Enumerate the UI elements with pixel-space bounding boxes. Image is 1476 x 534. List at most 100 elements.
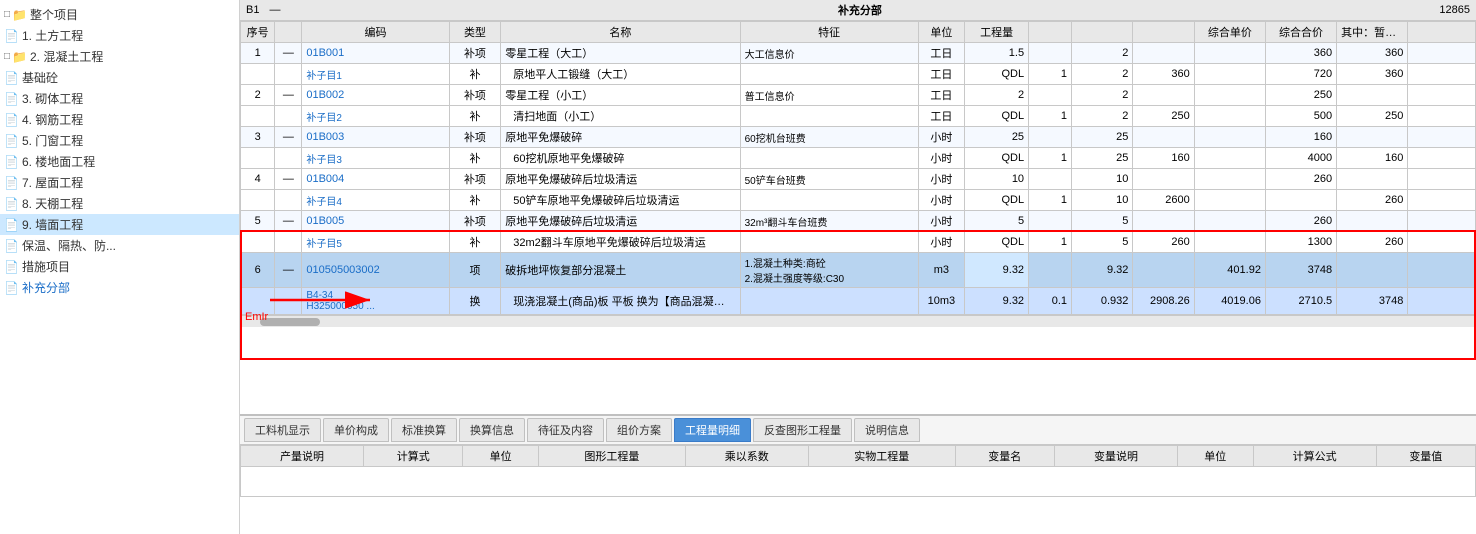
doc-icon-s3: 📄: [4, 92, 19, 106]
expand-icon-s2: □: [4, 51, 10, 62]
cell-minus[interactable]: —: [275, 85, 302, 106]
cell-name: 破拆地坪恢复部分混凝土: [501, 253, 740, 288]
sub-cell-code: 补子目2: [302, 106, 449, 127]
sidebar-item-s7[interactable]: 📄 7. 屋面工程: [0, 172, 239, 193]
cell-num: 6: [241, 253, 275, 288]
tab-labor[interactable]: 工料机显示: [244, 418, 321, 442]
sidebar-item-s1[interactable]: 📄 1. 土方工程: [0, 25, 239, 46]
table-row[interactable]: 3 — 01B003 补项 原地平免爆破碎 60挖机台班费 小时 25 25 1…: [241, 127, 1476, 148]
sub-cell-rest: [1408, 288, 1476, 315]
sidebar-label-s2: 2. 混凝土工程: [30, 48, 103, 65]
folder-icon: 📁: [12, 8, 27, 22]
cell-f2: 2: [1072, 85, 1133, 106]
cell-qty[interactable]: 10: [965, 169, 1029, 190]
tab-std[interactable]: 标准换算: [391, 418, 457, 442]
cell-qty[interactable]: 9.32: [965, 253, 1029, 288]
cell-qty[interactable]: 5: [965, 211, 1029, 232]
table-sub-row[interactable]: B4-34 H325000050 ... 换 现浇混凝土(商品)板 平板 换为【…: [241, 288, 1476, 315]
cell-f2: 9.32: [1072, 253, 1133, 288]
sidebar-item-s12[interactable]: 📄 补充分部: [0, 277, 239, 298]
b1-label: B1: [246, 4, 259, 16]
tree-root[interactable]: □ 📁 整个项目: [0, 4, 239, 25]
cell-spec: 普工信息价: [740, 85, 918, 106]
cell-rest: [1408, 43, 1476, 64]
bottom-th: 单位: [1178, 446, 1254, 467]
sub-cell-code: 补子目4: [302, 190, 449, 211]
table-sub-row[interactable]: 补子目2 补 清扫地面（小工） 工日 QDL 1 2 250 500 250: [241, 106, 1476, 127]
table-area[interactable]: B1 — 补充分部 12865: [240, 0, 1476, 414]
sidebar-item-s2[interactable]: □ 📁 2. 混凝土工程: [0, 46, 239, 67]
cell-type: 补项: [449, 43, 501, 64]
cell-qty[interactable]: 2: [965, 85, 1029, 106]
cell-minus[interactable]: —: [275, 43, 302, 64]
doc-icon-s2-1: 📄: [4, 71, 19, 85]
doc-icon-s7: 📄: [4, 176, 19, 190]
sub-cell-total: 500: [1265, 106, 1336, 127]
sub-cell-total: [1265, 190, 1336, 211]
cell-spec: 60挖机台班费: [740, 127, 918, 148]
th-total: 综合合价: [1265, 22, 1336, 43]
sidebar-item-s2-1[interactable]: 📄 基础砼: [0, 67, 239, 88]
cell-minus[interactable]: —: [275, 253, 302, 288]
sub-cell-qty: QDL: [965, 148, 1029, 169]
sidebar-item-s8[interactable]: 📄 8. 天棚工程: [0, 193, 239, 214]
sidebar-item-s6[interactable]: 📄 6. 楼地面工程: [0, 151, 239, 172]
cell-f3: [1133, 211, 1194, 232]
doc-icon-s5: 📄: [4, 134, 19, 148]
table-row[interactable]: 4 — 01B004 补项 原地平免爆破碎后垃圾清运 50铲车台班费 小时 10…: [241, 169, 1476, 190]
cell-minus[interactable]: —: [275, 211, 302, 232]
sidebar-item-s11[interactable]: 📄 措施项目: [0, 256, 239, 277]
bottom-th: 计算式: [364, 446, 463, 467]
bottom-th: 计算公式: [1253, 446, 1376, 467]
sidebar-label-s2-1: 基础砼: [22, 69, 58, 86]
cell-est: [1337, 169, 1408, 190]
tab-combo[interactable]: 组价方案: [606, 418, 672, 442]
sub-cell-spec: [740, 190, 918, 211]
minus-btn[interactable]: —: [269, 4, 280, 16]
cell-f2: 2: [1072, 43, 1133, 64]
tab-note[interactable]: 说明信息: [854, 418, 920, 442]
sub-cell-type: 补: [449, 190, 501, 211]
cell-qty[interactable]: 1.5: [965, 43, 1029, 64]
table-sub-row[interactable]: 补子目5 补 32m2翻斗车原地平免爆破碎后垃圾清运 小时 QDL 1 5 26…: [241, 232, 1476, 253]
doc-icon-s11: 📄: [4, 260, 19, 274]
sidebar-label-s6: 6. 楼地面工程: [22, 153, 95, 170]
sub-cell-f2: 10: [1072, 190, 1133, 211]
cell-price: [1194, 43, 1265, 64]
table-row[interactable]: 6 — 010505003002 项 破拆地坪恢复部分混凝土 1.混凝土种类:商…: [241, 253, 1476, 288]
table-sub-row[interactable]: 补子目4 补 50铲车原地平免爆破碎后垃圾清运 小时 QDL 1 10 2600…: [241, 190, 1476, 211]
sidebar-item-s5[interactable]: 📄 5. 门窗工程: [0, 130, 239, 151]
bottom-th: 图形工程量: [538, 446, 685, 467]
sidebar-label-s12: 补充分部: [22, 279, 70, 296]
table-row[interactable]: 1 — 01B001 补项 零星工程（大工） 大工信息价 工日 1.5 2 36…: [241, 43, 1476, 64]
table-row[interactable]: 2 — 01B002 补项 零星工程（小工） 普工信息价 工日 2 2 250: [241, 85, 1476, 106]
tab-traits[interactable]: 待征及内容: [527, 418, 604, 442]
cell-rest: [1408, 127, 1476, 148]
sidebar-item-s10[interactable]: 📄 保温、隔热、防...: [0, 235, 239, 256]
sidebar-item-s9[interactable]: 📄 9. 墙面工程: [0, 214, 239, 235]
cell-f1: [1029, 169, 1072, 190]
cell-type: 补项: [449, 169, 501, 190]
sub-cell-minus: [275, 288, 302, 315]
sub-cell-f2: 0.932: [1072, 288, 1133, 315]
tab-unit[interactable]: 单价构成: [323, 418, 389, 442]
horizontal-scrollbar[interactable]: [240, 315, 1476, 327]
sidebar-item-s4[interactable]: 📄 4. 钢筋工程: [0, 109, 239, 130]
cell-f3: [1133, 43, 1194, 64]
tab-drawing[interactable]: 反查图形工程量: [753, 418, 852, 442]
tab-qty[interactable]: 工程量明细: [674, 418, 751, 442]
doc-icon-s4: 📄: [4, 113, 19, 127]
cell-num: 4: [241, 169, 275, 190]
table-row[interactable]: 5 — 01B005 补项 原地平免爆破碎后垃圾清运 32m³翻斗车台班费 小时…: [241, 211, 1476, 232]
th-qty: 工程量: [965, 22, 1029, 43]
sub-cell-unit: 工日: [918, 106, 965, 127]
cell-minus[interactable]: —: [275, 127, 302, 148]
cell-qty[interactable]: 25: [965, 127, 1029, 148]
table-sub-row[interactable]: 补子目3 补 60挖机原地平免爆破碎 小时 QDL 1 25 160 4000 …: [241, 148, 1476, 169]
cell-minus[interactable]: —: [275, 169, 302, 190]
tab-calc[interactable]: 换算信息: [459, 418, 525, 442]
sidebar-item-s3[interactable]: 📄 3. 砌体工程: [0, 88, 239, 109]
sub-cell-f2: 5: [1072, 232, 1133, 253]
sub-cell-f1: 1: [1029, 148, 1072, 169]
table-sub-row[interactable]: 补子目1 补 原地平人工锻缝（大工） 工日 QDL 1 2 360 720 36…: [241, 64, 1476, 85]
